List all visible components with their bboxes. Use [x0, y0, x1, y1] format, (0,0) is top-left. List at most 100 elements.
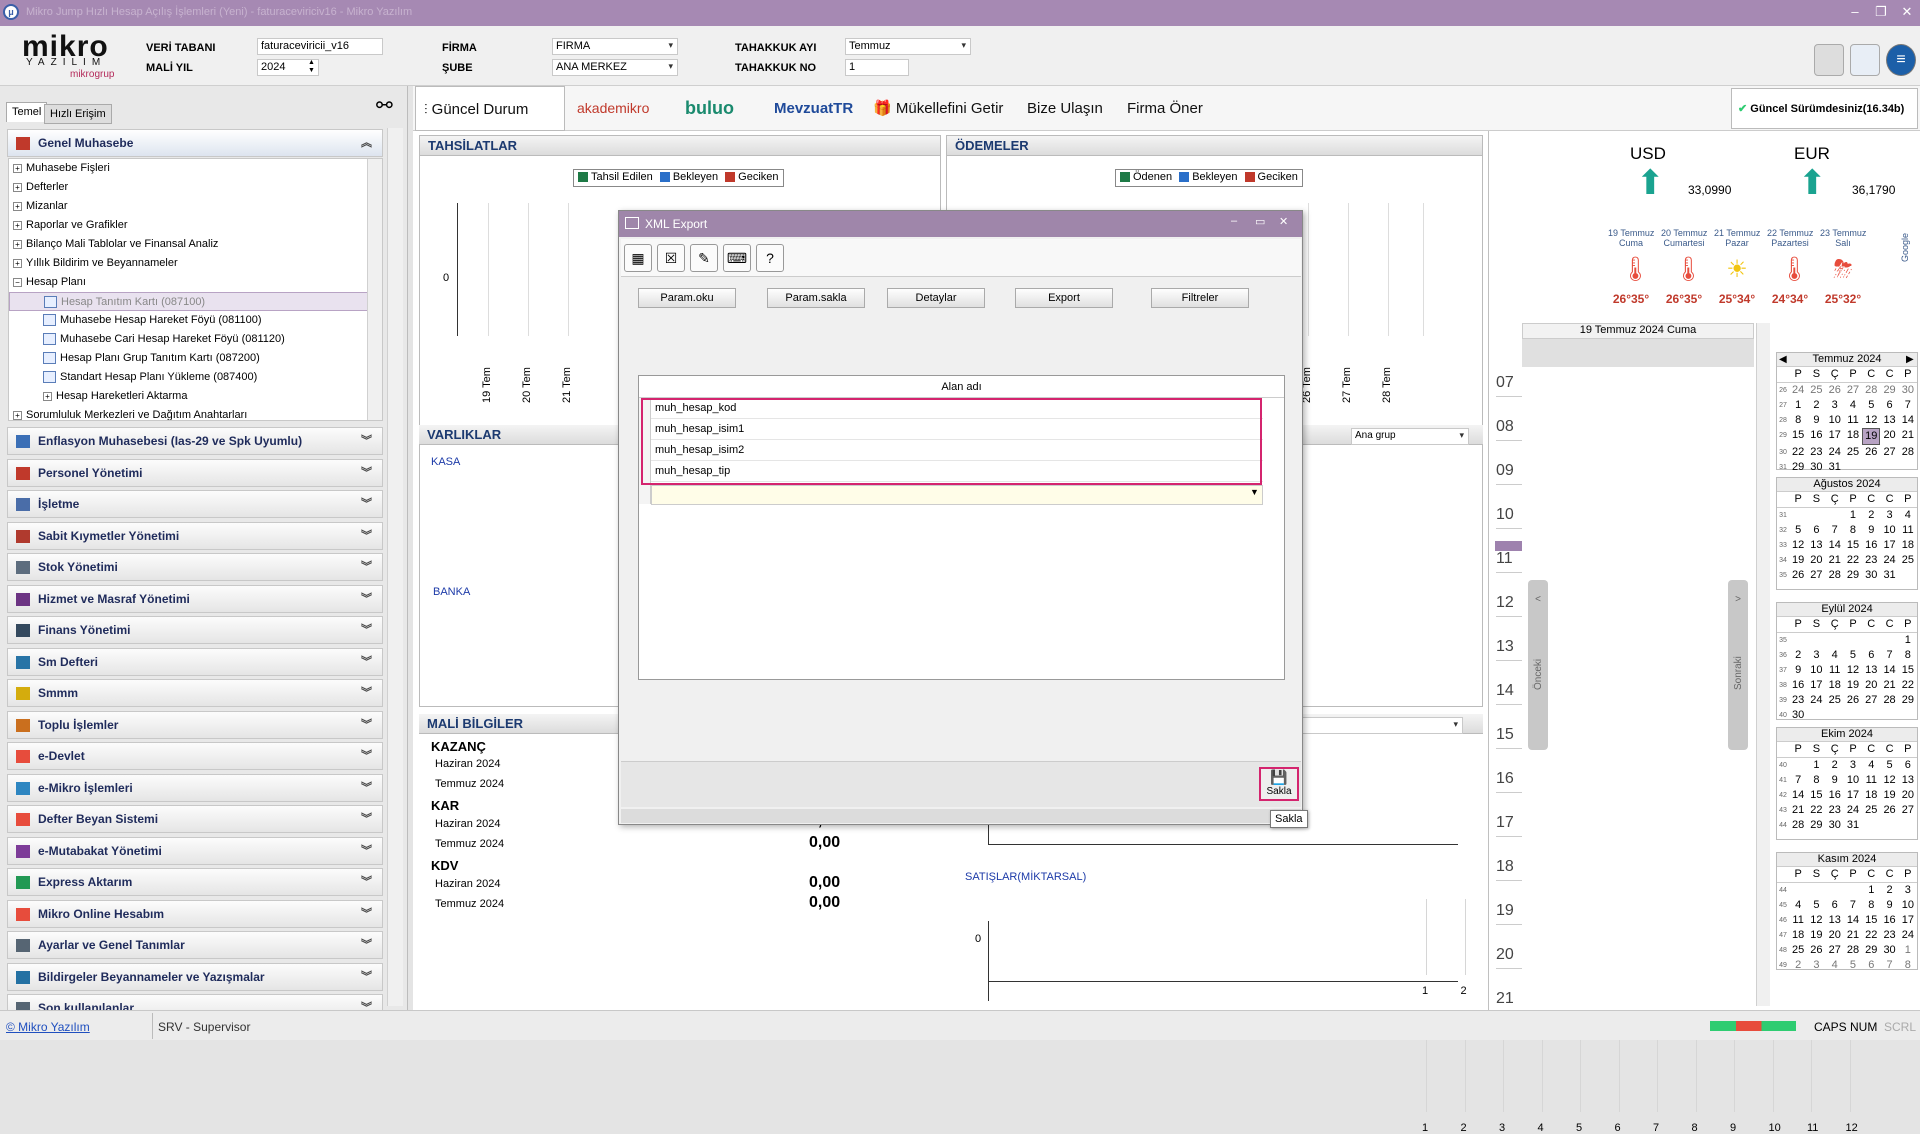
calendar-day[interactable] [1826, 708, 1844, 723]
calendar-day[interactable]: 17 [1807, 678, 1825, 693]
calendar-day[interactable] [1789, 883, 1807, 898]
new-row-input[interactable] [651, 485, 1263, 505]
mukellefini-getir-link[interactable]: 🎁 Mükellefini Getir [873, 86, 1003, 131]
calendar-day[interactable]: 29 [1899, 693, 1917, 708]
maximize-button[interactable]: ❐ [1868, 2, 1894, 22]
chevron-down-icon[interactable]: ︾ [361, 964, 372, 990]
calendar-day[interactable]: 6 [1880, 398, 1898, 413]
tree-item[interactable]: − Hesap Planı [9, 273, 382, 292]
calendar-day[interactable]: 13 [1899, 773, 1917, 788]
calendar-day[interactable]: 29 [1880, 383, 1898, 398]
calendar-day[interactable]: 24 [1807, 693, 1825, 708]
calendar-day[interactable]: 9 [1807, 413, 1825, 428]
calendar-day[interactable]: 4 [1899, 508, 1917, 523]
calendar-day[interactable] [1899, 568, 1917, 583]
agenda-allday[interactable] [1522, 339, 1754, 367]
section-item[interactable]: Mikro Online Hesabım ︾ [7, 899, 383, 928]
calendar-day[interactable]: 21 [1789, 803, 1807, 818]
dialog-minimize-button[interactable]: – [1231, 215, 1237, 227]
tree-item[interactable]: + Sorumluluk Merkezleri ve Dağıtım Anahta… [9, 406, 382, 420]
agenda-scrollbar[interactable] [1756, 323, 1770, 1006]
calendar-day[interactable]: 9 [1880, 898, 1898, 913]
calendar-day[interactable]: 30 [1880, 943, 1898, 958]
calendar-day[interactable]: 7 [1899, 398, 1917, 413]
section-item[interactable]: Toplu İşlemler ︾ [7, 710, 383, 739]
section-item[interactable]: Sm Defteri ︾ [7, 647, 383, 676]
calendar-day[interactable]: 10 [1807, 663, 1825, 678]
calendar-day[interactable]: 22 [1844, 553, 1862, 568]
calendar-day[interactable]: 5 [1844, 958, 1862, 973]
tree-item[interactable]: Muhasebe Cari Hesap Hareket Föyü (081120… [9, 330, 382, 349]
section-item[interactable]: Defter Beyan Sistemi ︾ [7, 805, 383, 833]
calendar-day[interactable]: 28 [1862, 383, 1880, 398]
tree-item[interactable]: + Muhasebe Fişleri [9, 159, 382, 178]
expand-icon[interactable]: + [13, 201, 22, 211]
calendar-day[interactable]: 3 [1807, 958, 1825, 973]
document-icon[interactable] [44, 296, 57, 309]
dialog-close-button[interactable]: ✕ [1279, 215, 1288, 228]
calendar-day[interactable] [1899, 818, 1917, 833]
section-item[interactable]: Enflasyon Muhasebesi (Ias-29 ve Spk Uyum… [7, 427, 383, 455]
calendar-day[interactable]: 7 [1789, 773, 1807, 788]
tree-item[interactable]: + Bilanço Mali Tablolar ve Finansal Anali… [9, 235, 382, 254]
close-button[interactable]: ✕ [1894, 2, 1920, 22]
calendar-day[interactable]: 4 [1789, 898, 1807, 913]
financial-select[interactable] [1293, 717, 1463, 734]
calendar-day[interactable]: 11 [1862, 773, 1880, 788]
calendar-day[interactable]: 19 [1862, 428, 1881, 445]
calendar-day[interactable] [1880, 460, 1898, 475]
calendar-day[interactable]: 20 [1880, 428, 1898, 445]
calendar-day[interactable]: 25 [1899, 553, 1917, 568]
calendar-day[interactable]: 30 [1862, 568, 1880, 583]
calendar-day[interactable]: 24 [1826, 445, 1844, 460]
calendar-day[interactable]: 28 [1844, 943, 1862, 958]
calendar-day[interactable]: 12 [1862, 413, 1880, 428]
expand-icon[interactable]: + [13, 410, 22, 420]
calendar-day[interactable] [1880, 708, 1898, 723]
calendar-day[interactable]: 10 [1899, 898, 1917, 913]
calendar-day[interactable]: 29 [1862, 943, 1880, 958]
document-icon[interactable] [43, 314, 56, 327]
excel-icon[interactable]: ☒ [657, 244, 685, 272]
section-item[interactable]: Stok Yönetimi ︾ [7, 553, 383, 581]
calendar-day[interactable]: 23 [1862, 553, 1880, 568]
calendar-day[interactable]: 30 [1807, 460, 1825, 475]
year-spin-arrows[interactable]: ▲ ▼ [308, 59, 315, 75]
section-item[interactable]: Smmm ︾ [7, 679, 383, 707]
calendar-day[interactable] [1844, 708, 1862, 723]
tree-item[interactable]: Hesap Planı Grup Tanıtım Kartı (087200) [9, 349, 382, 368]
calendar-day[interactable]: 1 [1899, 633, 1917, 648]
calendar-day[interactable]: 16 [1789, 678, 1807, 693]
calendar-day[interactable]: 30 [1899, 383, 1917, 398]
calendar-day[interactable]: 29 [1844, 568, 1862, 583]
calendar-day[interactable]: 9 [1862, 523, 1880, 538]
tab-hizli-erisim[interactable]: Hızlı Erişim [44, 104, 112, 124]
calendar-day[interactable]: 14 [1880, 663, 1898, 678]
chevron-down-icon[interactable]: ︾ [361, 428, 372, 454]
new-row-dropdown-icon[interactable]: ▼ [1250, 487, 1259, 497]
calendar-day[interactable]: 4 [1826, 958, 1844, 973]
calendar-day[interactable]: 1 [1899, 943, 1917, 958]
calendar-day[interactable]: 1 [1844, 508, 1862, 523]
calendar-day[interactable]: 6 [1862, 958, 1880, 973]
calendar-day[interactable]: 25 [1789, 943, 1807, 958]
calendar-day[interactable]: 25 [1826, 693, 1844, 708]
calendar-day[interactable]: 5 [1862, 398, 1880, 413]
calendar-day[interactable]: 17 [1899, 913, 1917, 928]
calendar-day[interactable]: 31 [1844, 818, 1862, 833]
calendar-day[interactable]: 22 [1862, 928, 1880, 943]
calendar-day[interactable]: 13 [1826, 913, 1844, 928]
calendar-day[interactable]: 14 [1844, 913, 1862, 928]
calendar-day[interactable]: 19 [1844, 678, 1862, 693]
section-item[interactable]: Ayarlar ve Genel Tanımlar ︾ [7, 931, 383, 959]
calendar-day[interactable] [1880, 818, 1898, 833]
calendar-day[interactable]: 2 [1880, 883, 1898, 898]
expand-icon[interactable]: + [13, 220, 22, 230]
calendar-day[interactable]: 16 [1880, 913, 1898, 928]
section-genel-muhasebe[interactable]: Genel Muhasebe ︽ [7, 129, 383, 157]
buluo-link[interactable]: buluo [685, 86, 734, 131]
calendar-day[interactable]: 8 [1862, 898, 1880, 913]
section-item[interactable]: Finans Yönetimi ︾ [7, 616, 383, 644]
calendar-day[interactable] [1899, 460, 1917, 475]
calendar-day[interactable] [1899, 708, 1917, 723]
